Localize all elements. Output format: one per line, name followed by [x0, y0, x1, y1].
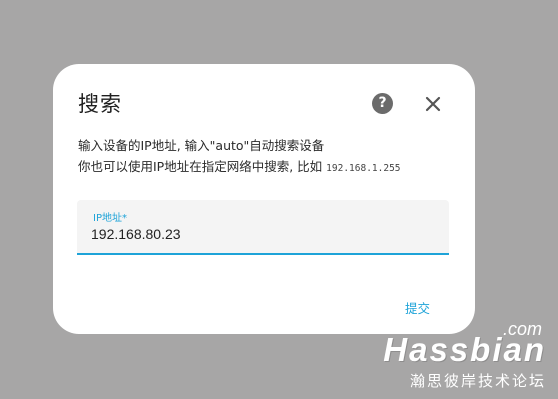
help-icon[interactable]: ? [372, 93, 393, 114]
watermark: .com Hassbian 瀚思彼岸技术论坛 [366, 319, 546, 391]
close-icon[interactable] [422, 93, 444, 115]
ip-address-input[interactable] [91, 224, 431, 244]
dialog-title: 搜索 [78, 92, 122, 116]
description-example: 192.168.1.255 [326, 163, 401, 174]
search-dialog: 搜索 ? 输入设备的IP地址, 输入"auto"自动搜索设备 你也可以使用IP地… [53, 64, 475, 334]
ip-address-label: IP地址* [93, 213, 127, 224]
submit-button[interactable]: 提交 [405, 298, 430, 317]
description-line-2: 你也可以使用IP地址在指定网络中搜索, 比如 192.168.1.255 [78, 156, 468, 179]
description-line-2-text: 你也可以使用IP地址在指定网络中搜索, 比如 [78, 159, 323, 174]
description-line-1: 输入设备的IP地址, 输入"auto"自动搜索设备 [78, 138, 325, 153]
dialog-description: 输入设备的IP地址, 输入"auto"自动搜索设备 你也可以使用IP地址在指定网… [78, 135, 468, 179]
watermark-tagline: 瀚思彼岸技术论坛 [409, 372, 546, 390]
watermark-brand: Hassbian [383, 331, 546, 368]
ip-address-field[interactable]: IP地址* [77, 200, 449, 255]
